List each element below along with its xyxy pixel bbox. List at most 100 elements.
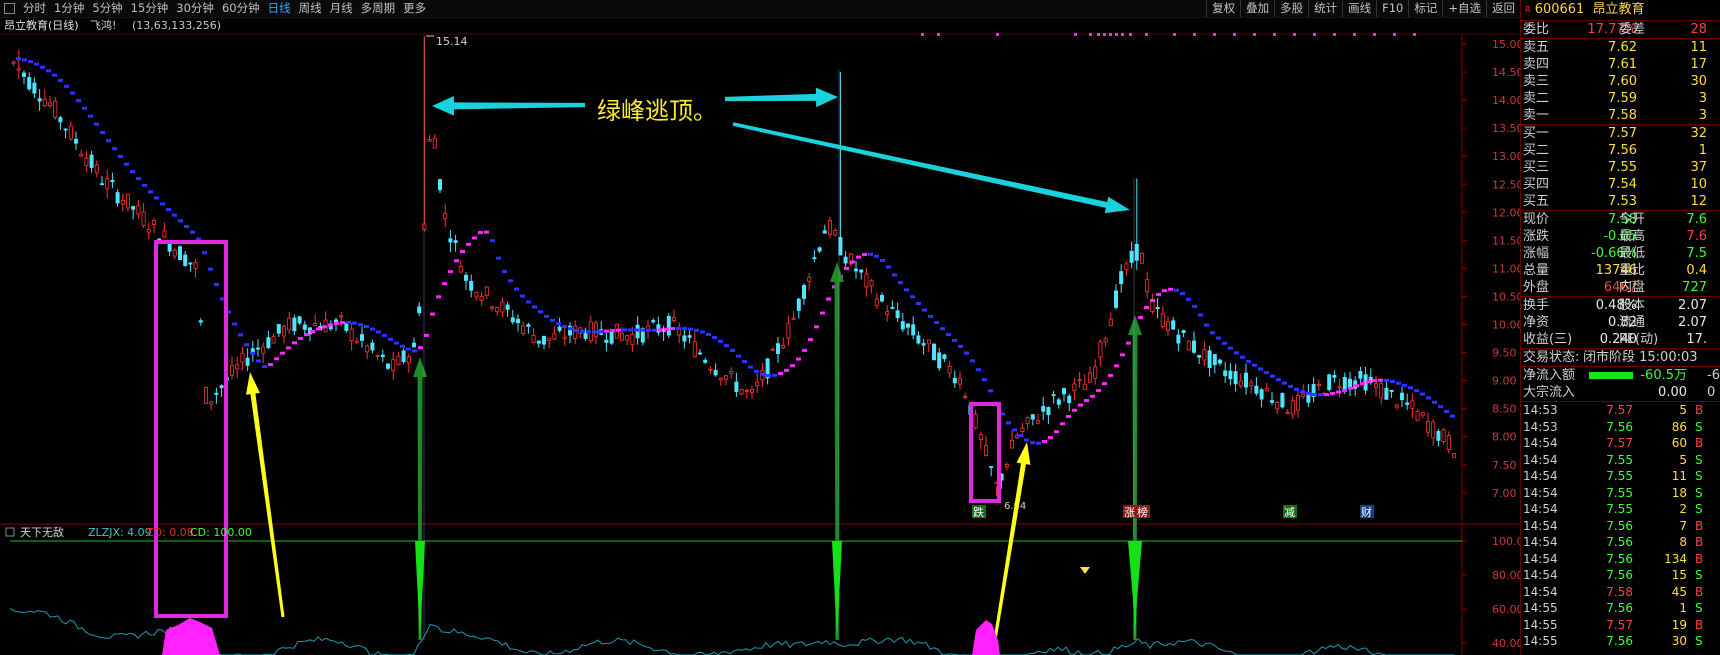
candle-body bbox=[1379, 383, 1384, 399]
order-row[interactable]: 买五 7.53 12 bbox=[1521, 193, 1720, 210]
candle-body bbox=[1119, 271, 1124, 284]
candle-body bbox=[27, 77, 32, 90]
ma-segment bbox=[694, 328, 699, 332]
stats-primary: 现价 7.58 今开 7.6 涨跌 -0.05 最高 7.6 涨幅 -0.66% 最低 7.5 总量 13… bbox=[1521, 210, 1720, 296]
ma-segment bbox=[286, 346, 291, 350]
ma-segment bbox=[1378, 378, 1383, 382]
candle-body bbox=[651, 320, 656, 323]
ma-segment bbox=[886, 265, 891, 269]
order-row[interactable]: 买四 7.54 10 bbox=[1521, 176, 1720, 193]
weicha-value: 28 bbox=[1690, 22, 1707, 37]
tick-volume: 5 bbox=[1679, 403, 1687, 417]
ma-segment bbox=[334, 322, 339, 326]
candle-body bbox=[339, 315, 344, 318]
candle-body bbox=[1025, 417, 1030, 424]
order-row[interactable]: 卖二 7.59 3 bbox=[1521, 90, 1720, 107]
ma-segment bbox=[1210, 331, 1215, 335]
candle-body bbox=[1410, 400, 1415, 409]
ma-segment bbox=[628, 328, 633, 332]
candle-body bbox=[1020, 427, 1025, 432]
tick-direction: B bbox=[1695, 403, 1704, 417]
order-row[interactable]: 买一 7.57 32 bbox=[1521, 125, 1720, 142]
candle-body bbox=[427, 139, 432, 142]
ma-segment bbox=[292, 341, 297, 345]
candle-body bbox=[63, 128, 68, 131]
order-label: 卖五 bbox=[1523, 40, 1550, 55]
candle-body bbox=[1332, 374, 1337, 378]
candle-body bbox=[385, 363, 390, 369]
stat-row: 现价 7.58 今开 7.6 bbox=[1521, 211, 1720, 228]
candle-body bbox=[947, 366, 952, 374]
candle-body bbox=[1056, 399, 1061, 405]
big-inflow-tail: 0 bbox=[1707, 385, 1716, 400]
candle-body bbox=[906, 323, 911, 328]
tick-direction: B bbox=[1695, 436, 1704, 450]
ma-segment bbox=[118, 155, 123, 159]
signal-dot bbox=[1103, 33, 1106, 36]
signal-dot bbox=[1333, 33, 1336, 36]
ma-segment bbox=[1192, 304, 1197, 308]
order-row[interactable]: 卖四 7.61 17 bbox=[1521, 56, 1720, 73]
tick-list[interactable]: 14:53 7.57 5 B 14:53 7.56 86 S 14:54 7.57 60 B 14:54… bbox=[1521, 401, 1720, 650]
tick-row: 14:54 7.56 7 B bbox=[1521, 518, 1720, 535]
cyan-arrow-left bbox=[432, 96, 586, 116]
event-badge-label: 减 bbox=[1284, 506, 1295, 519]
ma-segment bbox=[1234, 351, 1239, 355]
stat-label-2: 股本 bbox=[1619, 298, 1646, 313]
price-axis-label: 8.50 bbox=[1492, 403, 1517, 416]
order-volume: 32 bbox=[1690, 126, 1707, 141]
ma-segment bbox=[268, 363, 273, 367]
ma-segment bbox=[982, 378, 987, 382]
ma-segment bbox=[1312, 392, 1317, 396]
ma-segment bbox=[1282, 381, 1287, 385]
candle-body bbox=[53, 101, 58, 118]
order-label: 买三 bbox=[1523, 160, 1550, 175]
candle-body bbox=[1129, 250, 1134, 263]
ma-segment bbox=[538, 310, 543, 314]
order-row[interactable]: 卖五 7.62 11 bbox=[1521, 39, 1720, 56]
candle-body bbox=[443, 213, 448, 219]
ma-segment bbox=[460, 250, 465, 254]
yellow-arrow-left bbox=[245, 372, 285, 618]
green-peak-bar bbox=[1128, 541, 1142, 640]
ma-segment bbox=[232, 322, 237, 326]
ma-segment bbox=[1354, 384, 1359, 388]
stock-name: 昂立教育 bbox=[1592, 2, 1645, 17]
ma-segment bbox=[1408, 386, 1413, 390]
stat-value-2: 7.5 bbox=[1686, 246, 1707, 261]
candle-body bbox=[193, 262, 198, 269]
candle-body bbox=[1088, 372, 1093, 383]
candle-body bbox=[1160, 313, 1165, 327]
kline-chart[interactable]: 15.00 14.50 14.00 13.50 13.00 12.50 12.00 11.50… bbox=[0, 0, 1520, 655]
tick-row: 14:54 7.55 18 S bbox=[1521, 485, 1720, 502]
candle-body bbox=[958, 377, 963, 385]
tick-price: 7.55 bbox=[1606, 502, 1633, 516]
candle-body bbox=[276, 324, 281, 334]
candle-body bbox=[1446, 435, 1451, 451]
ma-segment bbox=[604, 329, 609, 333]
tick-volume: 60 bbox=[1671, 436, 1687, 450]
candle-body bbox=[874, 298, 879, 306]
candle-body bbox=[21, 72, 26, 77]
ma-segment bbox=[586, 330, 591, 334]
order-row[interactable]: 卖一 7.58 3 bbox=[1521, 107, 1720, 124]
candle-body bbox=[1296, 395, 1301, 411]
candle-body bbox=[1374, 383, 1379, 388]
order-row[interactable]: 卖三 7.60 30 bbox=[1521, 73, 1720, 90]
ma-segment bbox=[952, 338, 957, 342]
tick-price: 7.57 bbox=[1606, 436, 1633, 450]
signal-dot bbox=[1115, 33, 1118, 36]
ma-segment bbox=[244, 343, 249, 347]
ma-segment bbox=[148, 190, 153, 194]
ma-segment bbox=[1078, 403, 1083, 407]
sub-pane-toggle-icon[interactable] bbox=[5, 527, 15, 537]
ma-segment bbox=[1006, 421, 1011, 425]
ma-segment bbox=[52, 73, 57, 77]
order-row[interactable]: 买二 7.56 1 bbox=[1521, 142, 1720, 159]
candle-body bbox=[609, 330, 614, 344]
order-row[interactable]: 买三 7.55 37 bbox=[1521, 159, 1720, 176]
ma-segment bbox=[970, 359, 975, 363]
ma-segment bbox=[772, 373, 777, 377]
ma-segment bbox=[598, 330, 603, 334]
candle-body bbox=[770, 348, 775, 351]
